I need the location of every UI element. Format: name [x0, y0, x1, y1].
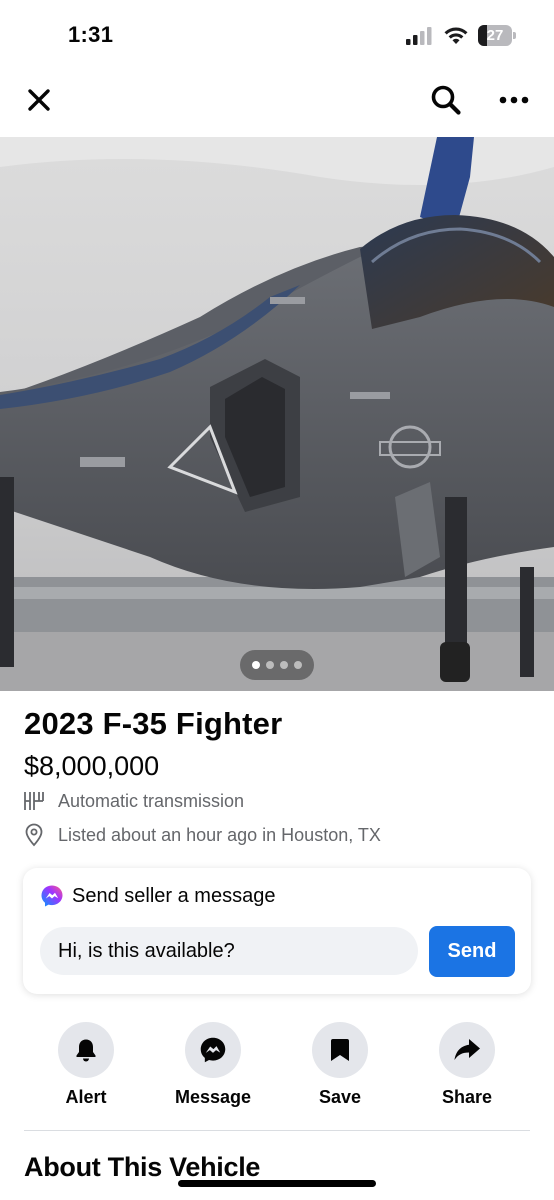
cellular-signal-icon: [406, 27, 432, 45]
gear-shift-icon: [24, 792, 44, 810]
message-card-header: Send seller a message: [40, 884, 275, 908]
close-icon: [28, 89, 50, 111]
more-icon: [499, 96, 529, 104]
listing-title: 2023 F-35 Fighter: [24, 706, 283, 741]
status-bar: 1:31 27: [0, 0, 554, 66]
close-button[interactable]: [21, 82, 57, 118]
listing-price: $8,000,000: [24, 751, 160, 781]
alert-label: Alert: [65, 1087, 107, 1107]
pager-dot: [294, 661, 302, 669]
share-action-circle[interactable]: [439, 1022, 495, 1078]
search-icon: [431, 85, 461, 115]
battery-icon: 27: [478, 25, 512, 46]
share-icon: [454, 1039, 480, 1060]
status-time: 1:31: [68, 22, 114, 47]
section-divider: [24, 1130, 530, 1131]
transmission-text: Automatic transmission: [58, 790, 245, 811]
share-action-button[interactable]: Share: [412, 1022, 522, 1112]
message-input[interactable]: [40, 927, 418, 975]
bell-icon: [76, 1039, 96, 1062]
transmission-row: Automatic transmission: [22, 788, 244, 814]
message-card-title: Send seller a message: [72, 884, 276, 907]
message-action-button[interactable]: Message: [158, 1022, 268, 1112]
search-button[interactable]: [428, 82, 464, 118]
share-label: Share: [441, 1087, 493, 1107]
fighter-jet-photo: [0, 137, 554, 691]
messenger-icon: [41, 885, 63, 907]
pager-dot: [266, 661, 274, 669]
top-nav-bar: [0, 70, 554, 130]
location-pin-icon: [25, 823, 43, 847]
send-seller-message-card: Send seller a message Send: [23, 868, 531, 994]
photo-pager: [240, 650, 314, 680]
save-action-button[interactable]: Save: [285, 1022, 395, 1112]
messenger-icon: [200, 1037, 226, 1063]
battery-percentage: 27: [486, 27, 504, 44]
save-label: Save: [318, 1087, 362, 1107]
home-indicator[interactable]: [178, 1180, 376, 1187]
battery-indicator: 27: [478, 25, 516, 46]
listing-photo[interactable]: [0, 137, 554, 691]
pager-dot: [252, 661, 260, 669]
send-button[interactable]: Send: [429, 926, 515, 977]
alert-action-button[interactable]: Alert: [31, 1022, 141, 1112]
message-action-circle[interactable]: [185, 1022, 241, 1078]
location-row: Listed about an hour ago in Houston, TX: [22, 822, 381, 848]
pager-dot: [280, 661, 288, 669]
message-label: Message: [174, 1087, 252, 1107]
bookmark-icon: [331, 1039, 349, 1061]
wifi-icon: [444, 27, 468, 44]
battery-tip: [513, 32, 516, 39]
more-options-button[interactable]: [496, 82, 532, 118]
about-vehicle-heading: About This Vehicle: [24, 1152, 261, 1182]
save-action-circle[interactable]: [312, 1022, 368, 1078]
alert-action-circle[interactable]: [58, 1022, 114, 1078]
listed-location-text: Listed about an hour ago in Houston, TX: [58, 824, 381, 845]
